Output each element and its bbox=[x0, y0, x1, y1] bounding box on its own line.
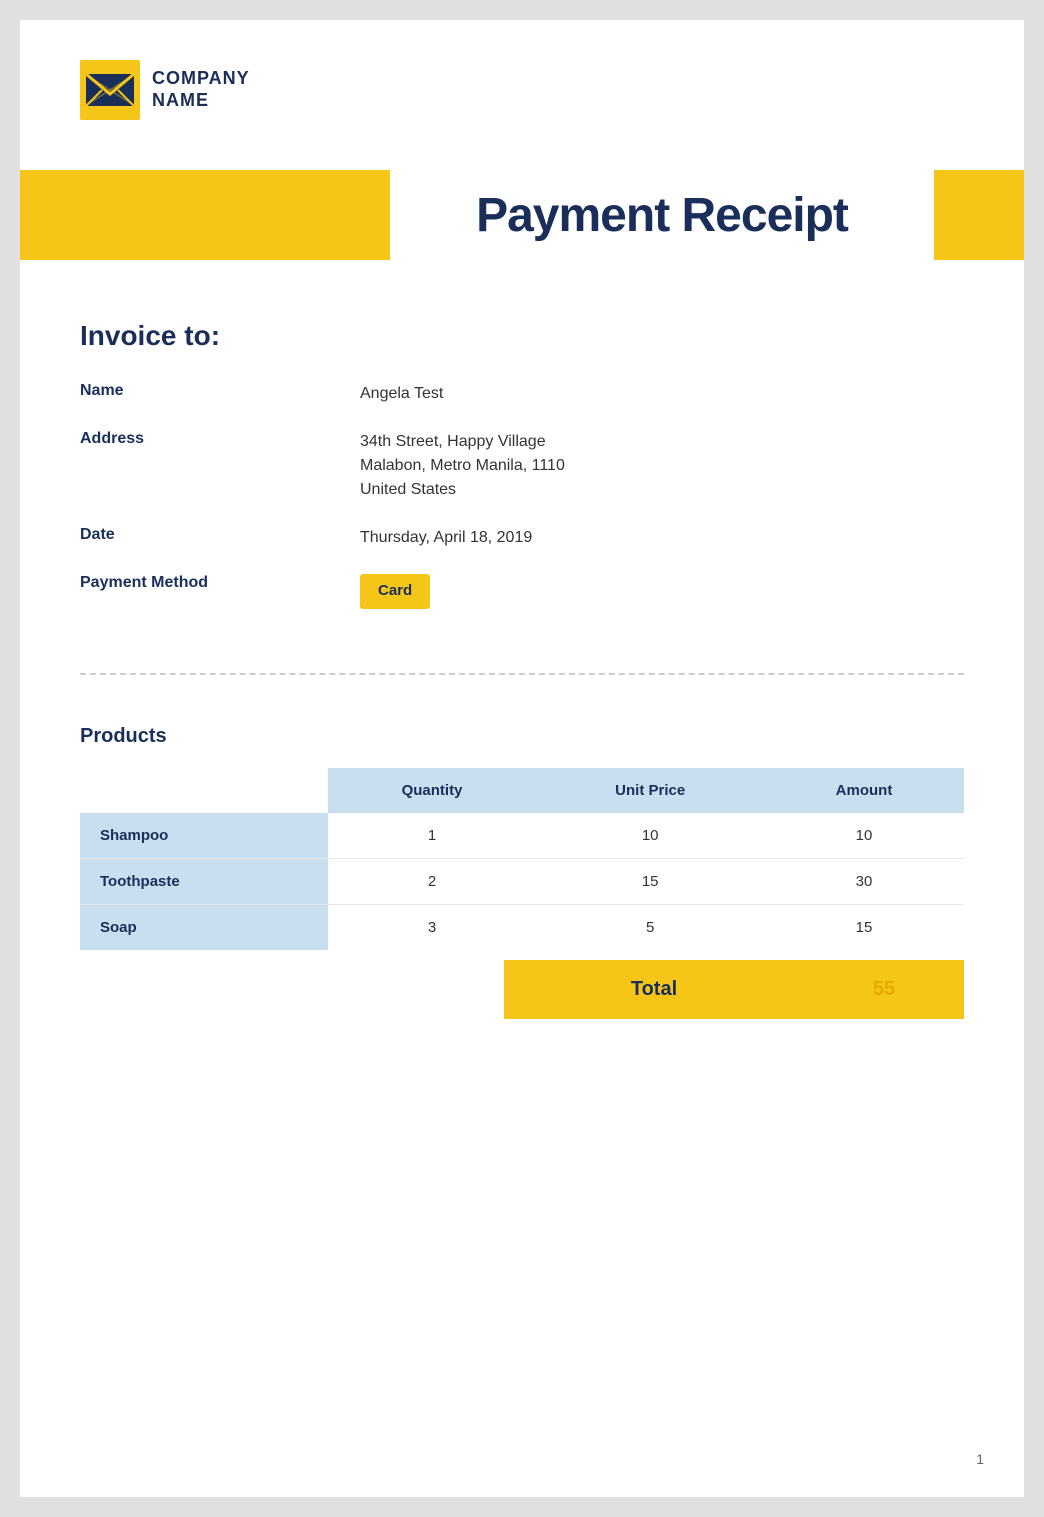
product-name-cell: Shampoo bbox=[80, 813, 328, 859]
invoice-payment-method-row: Payment Method Card bbox=[80, 574, 964, 609]
col-header-unit-price: Unit Price bbox=[536, 768, 764, 813]
total-box: Total 55 bbox=[504, 960, 964, 1019]
product-unit-price-cell: 10 bbox=[536, 813, 764, 859]
product-amount-cell: 30 bbox=[764, 858, 964, 904]
page-title: Payment Receipt bbox=[476, 188, 848, 243]
title-bar-right-accent bbox=[934, 170, 1024, 260]
table-header-row: Quantity Unit Price Amount bbox=[80, 768, 964, 813]
product-name-cell: Soap bbox=[80, 904, 328, 950]
product-name-cell: Toothpaste bbox=[80, 858, 328, 904]
company-logo-icon bbox=[80, 60, 140, 120]
address-label: Address bbox=[80, 430, 360, 448]
title-bar: Payment Receipt bbox=[20, 170, 1024, 260]
total-row: Total 55 bbox=[80, 960, 964, 1019]
product-quantity-cell: 3 bbox=[328, 904, 537, 950]
invoice-address-row: Address 34th Street, Happy Village Malab… bbox=[80, 430, 964, 502]
invoice-to-heading: Invoice to: bbox=[80, 320, 964, 352]
product-quantity-cell: 2 bbox=[328, 858, 537, 904]
title-bar-center: Payment Receipt bbox=[390, 170, 934, 260]
page-number: 1 bbox=[976, 1451, 984, 1467]
products-heading: Products bbox=[80, 725, 964, 748]
product-unit-price-cell: 5 bbox=[536, 904, 764, 950]
title-bar-left-accent bbox=[20, 170, 390, 260]
name-value: Angela Test bbox=[360, 382, 964, 406]
col-header-quantity: Quantity bbox=[328, 768, 537, 813]
payment-badge: Card bbox=[360, 574, 430, 609]
products-table: Quantity Unit Price Amount Shampoo11010T… bbox=[80, 768, 964, 950]
table-row: Soap3515 bbox=[80, 904, 964, 950]
invoice-section: Invoice to: Name Angela Test Address 34t… bbox=[20, 260, 1024, 653]
col-header-product bbox=[80, 768, 328, 813]
address-value: 34th Street, Happy Village Malabon, Metr… bbox=[360, 430, 964, 502]
col-header-amount: Amount bbox=[764, 768, 964, 813]
name-label: Name bbox=[80, 382, 360, 400]
date-value: Thursday, April 18, 2019 bbox=[360, 526, 964, 550]
invoice-date-row: Date Thursday, April 18, 2019 bbox=[80, 526, 964, 550]
product-unit-price-cell: 15 bbox=[536, 858, 764, 904]
divider-section bbox=[20, 653, 1024, 695]
product-quantity-cell: 1 bbox=[328, 813, 537, 859]
table-row: Toothpaste21530 bbox=[80, 858, 964, 904]
invoice-name-row: Name Angela Test bbox=[80, 382, 964, 406]
logo-area: COMPANY NAME bbox=[80, 60, 964, 120]
section-divider bbox=[80, 673, 964, 675]
company-name: COMPANY NAME bbox=[152, 68, 250, 111]
table-row: Shampoo11010 bbox=[80, 813, 964, 859]
product-amount-cell: 15 bbox=[764, 904, 964, 950]
date-label: Date bbox=[80, 526, 360, 544]
total-label: Total bbox=[504, 960, 804, 1019]
total-value: 55 bbox=[804, 960, 964, 1019]
payment-method-label: Payment Method bbox=[80, 574, 360, 592]
products-section: Products Quantity Unit Price Amount Sham… bbox=[20, 695, 1024, 1079]
receipt-page: COMPANY NAME Payment Receipt Invoice to:… bbox=[20, 20, 1024, 1497]
header-section: COMPANY NAME bbox=[20, 20, 1024, 150]
product-amount-cell: 10 bbox=[764, 813, 964, 859]
payment-method-value: Card bbox=[360, 574, 964, 609]
